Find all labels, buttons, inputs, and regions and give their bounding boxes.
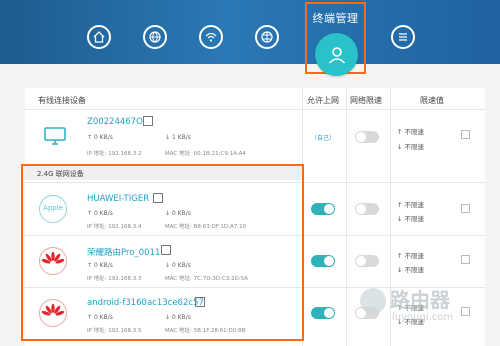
edit-icon[interactable] xyxy=(143,116,153,126)
top-header xyxy=(0,0,500,64)
menu-icon[interactable] xyxy=(391,25,415,49)
limit-toggle[interactable] xyxy=(355,255,379,267)
download-rate: ↓ 1 KB/s xyxy=(165,134,191,141)
wireless-section-highlight xyxy=(21,164,304,341)
limit-up-value: ↑ 不限速 xyxy=(397,128,425,136)
wifi-icon[interactable] xyxy=(199,25,223,49)
limit-toggle[interactable] xyxy=(355,131,379,143)
divider xyxy=(25,109,485,110)
header-limit-value: 限速值 xyxy=(420,95,444,105)
limit-down-value: ↓ 不限速 xyxy=(397,266,425,274)
self-label: （自己） xyxy=(311,135,336,142)
home-icon[interactable] xyxy=(87,25,111,49)
active-tab-highlight[interactable]: 终端管理 xyxy=(305,2,366,76)
column-divider xyxy=(346,88,347,346)
globe-icon[interactable] xyxy=(143,25,167,49)
allow-toggle[interactable] xyxy=(311,307,335,319)
watermark: 路由器 luyouqi.com xyxy=(360,282,488,330)
device-name[interactable]: Z00224467O xyxy=(87,117,143,127)
watermark-logo xyxy=(360,288,386,314)
limit-down-value: ↓ 不限速 xyxy=(397,215,425,223)
limit-up-value: ↑ 不限速 xyxy=(397,252,425,260)
limit-toggle[interactable] xyxy=(355,203,379,215)
globe-grid-icon[interactable] xyxy=(255,25,279,49)
allow-toggle[interactable] xyxy=(311,203,335,215)
limit-edit-checkbox[interactable] xyxy=(461,204,470,213)
limit-up-value: ↑ 不限速 xyxy=(397,201,425,209)
header-devices: 有线连接设备 xyxy=(38,95,86,105)
mac-address: MAC 地址: 00:1B:21:C9:1A:A4 xyxy=(165,151,246,157)
watermark-url: luyouqi.com xyxy=(392,312,454,323)
limit-down-value: ↓ 不限速 xyxy=(397,143,425,151)
active-tab-title: 终端管理 xyxy=(312,12,359,25)
allow-toggle[interactable] xyxy=(311,255,335,267)
limit-edit-checkbox[interactable] xyxy=(461,255,470,264)
ip-address: IP 地址: 192.168.3.2 xyxy=(87,151,142,157)
watermark-text: 路由器 xyxy=(390,288,450,312)
monitor-icon xyxy=(44,127,66,145)
header-allow: 允许上网 xyxy=(307,95,339,105)
upload-rate: ↑ 0 KB/s xyxy=(87,134,113,141)
limit-edit-checkbox[interactable] xyxy=(461,130,470,139)
user-icon[interactable] xyxy=(315,33,358,76)
header-limit: 网络限速 xyxy=(350,95,382,105)
